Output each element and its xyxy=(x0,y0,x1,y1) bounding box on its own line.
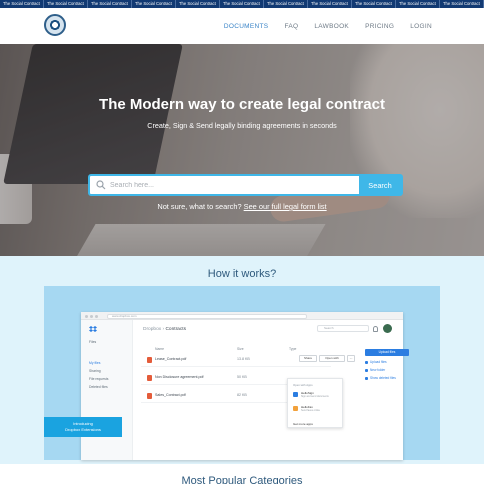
column-header-size: Size xyxy=(237,347,244,351)
ticker-item[interactable]: The Social Contract xyxy=(220,0,264,8)
upload-button: Upload files xyxy=(365,349,409,356)
dropbox-sidebar: Files My files Sharing File requests Del… xyxy=(81,320,133,460)
nav-link-documents[interactable]: DOCUMENTS xyxy=(224,23,269,30)
nav-links: DOCUMENTS FAQ LAWBOOK PRICING LOGIN xyxy=(224,8,432,44)
search-button[interactable]: Search xyxy=(359,176,401,194)
menu-header: Open with Apps xyxy=(293,383,313,387)
file-name: Sales_Contract.pdf xyxy=(155,393,186,397)
action-show-deleted: Show deleted files xyxy=(365,376,409,380)
column-header-name: Name xyxy=(155,347,165,351)
top-navbar: DOCUMENTS FAQ LAWBOOK PRICING LOGIN xyxy=(0,8,484,44)
search-icon xyxy=(96,180,106,190)
how-it-works-title: How it works? xyxy=(207,268,277,280)
pdf-file-icon xyxy=(147,393,152,399)
pdf-file-icon xyxy=(147,375,152,381)
table-row: Lease_Contract.pdf 13.8 KB Share Open wi… xyxy=(141,353,355,367)
how-it-works-section: How it works? www.dropbox.com Files My f… xyxy=(0,256,484,464)
ticker-item[interactable]: The Social Contract xyxy=(440,0,484,8)
dropbox-logo-icon xyxy=(89,326,97,332)
ticker-item[interactable]: The Social Contract xyxy=(308,0,352,8)
popular-categories-title: Most Popular Categories xyxy=(181,475,303,484)
sidebar-item-sharing: Sharing xyxy=(89,369,101,373)
dropbox-main: Dropbox › Contracts Search Name Size Typ… xyxy=(141,320,409,460)
column-header-type: Type xyxy=(289,347,297,351)
ticker-item[interactable]: The Social Contract xyxy=(176,0,220,8)
file-name: Non Disclosure agreement.pdf xyxy=(155,375,204,379)
demo-screenshot: www.dropbox.com Files My files Sharing F… xyxy=(44,286,440,460)
hero-section: The Modern way to create legal contract … xyxy=(0,44,484,256)
avatar xyxy=(383,324,392,333)
bell-icon xyxy=(373,326,378,332)
ticker-item[interactable]: The Social Contract xyxy=(44,0,88,8)
hero-title: The Modern way to create legal contract xyxy=(99,96,385,113)
menu-item-hellosign: HelloSign Sign and send documents xyxy=(293,390,341,402)
file-size: 13.8 KB xyxy=(237,357,250,361)
actions-panel: Upload files Upload files New folder Sho… xyxy=(365,349,409,380)
menu-item-desc: Sign and send documents xyxy=(301,395,329,398)
share-button: Share xyxy=(299,355,317,362)
hero-subtitle: Create, Sign & Send legally binding agre… xyxy=(147,121,337,130)
search-help-text: Not sure, what to search? See our full l… xyxy=(0,202,484,211)
breadcrumb-parent: Dropbox xyxy=(143,327,162,332)
ticker-item[interactable]: The Social Contract xyxy=(132,0,176,8)
sidebar-item-file-requests: File requests xyxy=(89,377,109,381)
file-size: 50 KB xyxy=(237,375,247,379)
window-dot-icon xyxy=(85,314,88,318)
action-upload-files: Upload files xyxy=(365,360,409,364)
ticker-item[interactable]: The Social Contract xyxy=(0,0,44,8)
search-input[interactable] xyxy=(110,176,360,194)
window-dot-icon xyxy=(90,314,93,318)
nav-link-login[interactable]: LOGIN xyxy=(410,23,432,30)
nav-link-lawbook[interactable]: LAWBOOK xyxy=(314,23,349,30)
intro-banner: Introducing Dropbox Extensions xyxy=(44,417,122,437)
browser-url-bar: www.dropbox.com xyxy=(107,313,307,319)
intro-line-2: Dropbox Extensions xyxy=(65,426,101,432)
ticker-item[interactable]: The Social Contract xyxy=(264,0,308,8)
search-help-prefix: Not sure, what to search? xyxy=(157,202,242,211)
file-size: 82 KB xyxy=(237,393,247,397)
file-name: Lease_Contract.pdf xyxy=(155,357,187,361)
pdf-file-icon xyxy=(147,357,152,363)
get-more-apps-link: Get more apps xyxy=(293,422,313,426)
ticker-item[interactable]: The Social Contract xyxy=(88,0,132,8)
open-with-button: Open with xyxy=(319,355,345,362)
hero-overlay xyxy=(0,44,484,256)
dropbox-search-field: Search xyxy=(317,325,369,332)
action-new-folder: New folder xyxy=(365,368,409,372)
ticker-item[interactable]: The Social Contract xyxy=(352,0,396,8)
demo-browser-window: www.dropbox.com Files My files Sharing F… xyxy=(81,312,409,460)
search-bar: Search xyxy=(88,174,403,196)
sidebar-header: Files xyxy=(89,340,97,344)
top-ticker-bar: The Social Contract The Social Contract … xyxy=(0,0,484,8)
more-options-button: ... xyxy=(347,355,355,362)
nav-link-faq[interactable]: FAQ xyxy=(284,23,298,30)
ticker-item[interactable]: The Social Contract xyxy=(396,0,440,8)
sidebar-item-deleted-files: Deleted files xyxy=(89,385,108,389)
hellosign-icon xyxy=(293,392,298,397)
menu-item-hellofax: HelloFax Send faxes online xyxy=(293,404,341,416)
breadcrumb-current: Contracts xyxy=(165,327,186,332)
breadcrumb: Dropbox › Contracts xyxy=(143,327,186,332)
breadcrumb-separator: › xyxy=(162,327,165,332)
menu-item-desc: Send faxes online xyxy=(301,409,321,412)
hellofax-icon xyxy=(293,406,298,411)
window-dot-icon xyxy=(95,314,98,318)
site-logo[interactable] xyxy=(44,14,66,36)
open-with-menu: Open with Apps HelloSign Sign and send d… xyxy=(287,378,343,428)
popular-categories-section: Most Popular Categories xyxy=(0,464,484,484)
nav-link-pricing[interactable]: PRICING xyxy=(365,23,394,30)
sidebar-item-my-files: My files xyxy=(89,361,101,365)
browser-chrome: www.dropbox.com xyxy=(81,312,403,320)
legal-form-list-link[interactable]: See our full legal form list xyxy=(244,202,327,211)
